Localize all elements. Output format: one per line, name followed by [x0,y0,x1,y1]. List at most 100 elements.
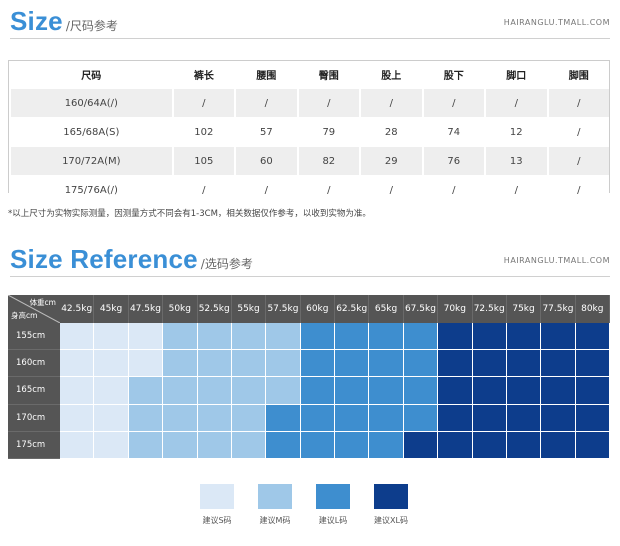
size-cell [128,350,164,378]
size-cell [335,350,370,378]
weight-header: 80kg [575,295,610,323]
size-cell [403,404,439,432]
size-cell [163,350,198,378]
size-cell [163,431,198,459]
table-cell: 60 [234,146,297,175]
size-cell [369,404,404,432]
table-cell: / [546,117,609,146]
weight-header: 67.5kg [403,295,439,323]
size-cell [403,323,439,351]
size-cell [541,323,576,351]
table-row: 170/72A(M) 105 60 82 29 76 13 / [9,146,609,175]
size-cell [335,404,370,432]
col-header: 裤长 [171,61,235,88]
table-cell: 170/72A(M) [9,146,172,175]
legend-item: 建议S码 [200,484,236,526]
size-cell [231,404,267,432]
size-cell [403,377,439,405]
col-header: 脚围 [546,61,609,88]
table-cell: / [296,88,360,117]
corner-height-label: 身高cm [11,311,38,320]
weight-header: 42.5kg [60,295,95,323]
weight-header: 52.5kg [197,295,232,323]
table-cell: 76 [421,146,485,175]
table-cell: / [421,88,485,117]
size-cell [300,350,335,378]
col-header: 股下 [421,61,485,88]
table-cell: / [296,175,360,204]
size-cell [472,404,507,432]
legend-label: 建议S码 [202,516,232,525]
table-cell: / [546,175,609,204]
table-cell: 57 [234,117,297,146]
corner-weight-label: 体重cm [29,298,56,307]
size-cell [472,323,507,351]
height-header: 175cm [8,431,60,459]
size-cell [506,350,542,378]
size-cell [541,431,576,459]
table-cell: / [484,175,547,204]
height-header: 165cm [8,377,60,405]
size-cell [60,404,95,432]
size-cell [94,404,129,432]
weight-header: 75kg [506,295,542,323]
table-cell: 13 [484,146,547,175]
size-cell [266,377,301,405]
size-cell [197,431,232,459]
size-table-header-row: 尺码 裤长 腰围 臀围 股上 股下 脚口 脚围 [9,61,609,88]
size-cell [369,431,404,459]
size-cell [60,323,95,351]
size-cell [266,404,301,432]
size-cell [472,350,507,378]
table-cell: / [546,88,609,117]
legend-swatch [200,484,234,509]
size-cell [231,350,267,378]
legend-item: 建议L码 [316,484,352,526]
reference-section-header: Size Reference/选码参考 HAIRANGLU.TMALL.COM [10,244,610,274]
table-row: 175/76A(/) / / / / / / / [9,175,609,204]
size-cell [438,404,473,432]
size-cell [438,323,473,351]
size-cell [163,323,198,351]
size-cell [575,377,610,405]
size-cell [575,323,610,351]
weight-header: 77.5kg [541,295,576,323]
size-cell [335,431,370,459]
size-cell [128,404,164,432]
size-cell [575,404,610,432]
table-cell: 29 [359,146,422,175]
size-cell [541,377,576,405]
weight-header: 60kg [300,295,335,323]
table-cell: / [234,175,297,204]
legend-label: 建议L码 [318,516,348,525]
weight-header: 45kg [94,295,129,323]
weight-header: 57.5kg [266,295,301,323]
reference-subtitle: /选码参考 [200,257,253,271]
table-cell: / [359,88,422,117]
table-cell: 82 [296,146,360,175]
weight-header: 62.5kg [335,295,370,323]
table-cell: / [421,175,485,204]
size-cell [506,377,542,405]
col-header: 尺码 [9,61,172,88]
size-cell [369,350,404,378]
size-cell [300,377,335,405]
size-table: 尺码 裤长 腰围 臀围 股上 股下 脚口 脚围 160/64A(/) / / /… [8,60,610,204]
size-cell [506,431,542,459]
size-cell [94,377,129,405]
size-cell [403,350,439,378]
size-reference-grid: 体重cm 身高cm 42.5kg 45kg 47.5kg 50kg 52.5kg 55kg… [8,295,610,459]
legend-label: 建议M码 [259,516,291,525]
height-header: 170cm [8,404,60,432]
table-cell: 79 [296,117,360,146]
size-cell [266,323,301,351]
size-cell [163,404,198,432]
size-cell [60,377,95,405]
table-cell: 105 [171,146,235,175]
table-cell: 74 [421,117,485,146]
table-row: 165/68A(S) 102 57 79 28 74 12 / [9,117,609,146]
weight-header: 50kg [163,295,198,323]
table-cell: / [234,88,297,117]
size-cell [128,377,164,405]
size-section-header: Size/尺码参考 HAIRANGLU.TMALL.COM [10,6,610,36]
